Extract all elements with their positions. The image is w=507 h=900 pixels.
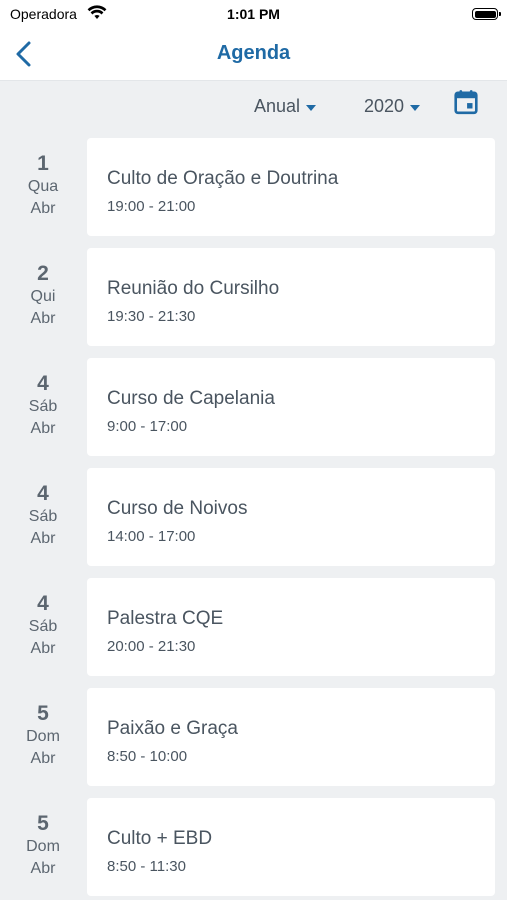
event-weekday: Qui — [30, 288, 56, 305]
event-card[interactable]: Curso de Capelania 9:00 - 17:00 — [87, 358, 495, 456]
year-value: 2020 — [364, 96, 405, 116]
list-item: 1 Qua Abr Culto de Oração e Doutrina 19:00 -… — [0, 138, 507, 238]
event-title: Culto de Oração e Doutrina — [107, 168, 339, 189]
event-month: Abr — [30, 420, 56, 437]
event-title: Culto + EBD — [107, 828, 213, 849]
event-day: 5 — [37, 702, 49, 725]
event-month: Abr — [30, 860, 56, 877]
year-dropdown[interactable]: 2020 — [364, 96, 421, 117]
event-time: 8:50 - 10:00 — [107, 748, 188, 765]
list-item: 4 Sáb Abr Palestra CQE 20:00 - 21:30 — [0, 578, 507, 678]
event-card[interactable]: Culto de Oração e Doutrina 19:00 - 21:00 — [87, 138, 495, 236]
event-date: 4 Sáb Abr — [10, 592, 76, 660]
event-title: Reunião do Cursilho — [107, 278, 280, 299]
event-day: 1 — [37, 152, 49, 175]
list-item: 5 Dom Abr Paixão e Graça 8:50 - 10:00 — [0, 688, 507, 788]
caret-down-icon — [306, 104, 317, 111]
list-item: 2 Qui Abr Reunião do Cursilho 19:30 - 21:30 — [0, 248, 507, 348]
event-month: Abr — [30, 200, 56, 217]
status-bar: Operadora 1:01 PM — [0, 0, 507, 30]
event-time: 20:00 - 21:30 — [107, 638, 196, 655]
event-card[interactable]: Paixão e Graça 8:50 - 10:00 — [87, 688, 495, 786]
page-title: Agenda — [216, 42, 291, 64]
event-card[interactable]: Curso de Noivos 14:00 - 17:00 — [87, 468, 495, 566]
list-item: 5 Dom Abr Culto + EBD 8:50 - 11:30 — [0, 798, 507, 898]
event-month: Abr — [30, 530, 56, 547]
event-card[interactable]: Reunião do Cursilho 19:30 - 21:30 — [87, 248, 495, 346]
event-day: 2 — [37, 262, 49, 285]
event-date: 4 Sáb Abr — [10, 372, 76, 440]
clock: 1:01 PM — [227, 6, 280, 22]
event-day: 4 — [37, 372, 49, 395]
event-month: Abr — [30, 750, 56, 767]
calendar-icon[interactable] — [453, 89, 479, 115]
filter-bar: Anual 2020 — [0, 80, 507, 132]
event-title: Paixão e Graça — [107, 718, 238, 739]
event-title: Palestra CQE — [107, 608, 224, 629]
event-title: Curso de Capelania — [107, 388, 275, 409]
event-weekday: Sáb — [28, 398, 58, 415]
event-title: Curso de Noivos — [107, 498, 248, 519]
event-date: 2 Qui Abr — [10, 262, 76, 330]
event-weekday: Dom — [26, 728, 60, 745]
event-date: 5 Dom Abr — [10, 702, 76, 770]
event-card[interactable]: Palestra CQE 20:00 - 21:30 — [87, 578, 495, 676]
navigation-bar: Agenda — [0, 30, 507, 81]
event-date: 1 Qua Abr — [10, 152, 76, 220]
period-dropdown[interactable]: Anual — [254, 96, 317, 117]
event-month: Abr — [30, 640, 56, 657]
battery-icon — [472, 8, 501, 20]
event-weekday: Qua — [27, 178, 59, 195]
event-weekday: Sáb — [28, 508, 58, 525]
event-month: Abr — [30, 310, 56, 327]
event-date: 4 Sáb Abr — [10, 482, 76, 550]
list-item: 4 Sáb Abr Curso de Noivos 14:00 - 17:00 — [0, 468, 507, 568]
event-weekday: Sáb — [28, 618, 58, 635]
event-time: 19:30 - 21:30 — [107, 308, 196, 325]
event-day: 5 — [37, 812, 49, 835]
event-time: 14:00 - 17:00 — [107, 528, 196, 545]
event-time: 8:50 - 11:30 — [107, 858, 186, 875]
event-day: 4 — [37, 482, 49, 505]
period-value: Anual — [254, 96, 301, 116]
event-day: 4 — [37, 592, 49, 615]
event-weekday: Dom — [26, 838, 60, 855]
event-time: 19:00 - 21:00 — [107, 198, 196, 215]
event-card[interactable]: Culto + EBD 8:50 - 11:30 — [87, 798, 495, 896]
list-item: 4 Sáb Abr Curso de Capelania 9:00 - 17:00 — [0, 358, 507, 458]
caret-down-icon — [410, 104, 421, 111]
event-date: 5 Dom Abr — [10, 812, 76, 880]
event-time: 9:00 - 17:00 — [107, 418, 188, 435]
